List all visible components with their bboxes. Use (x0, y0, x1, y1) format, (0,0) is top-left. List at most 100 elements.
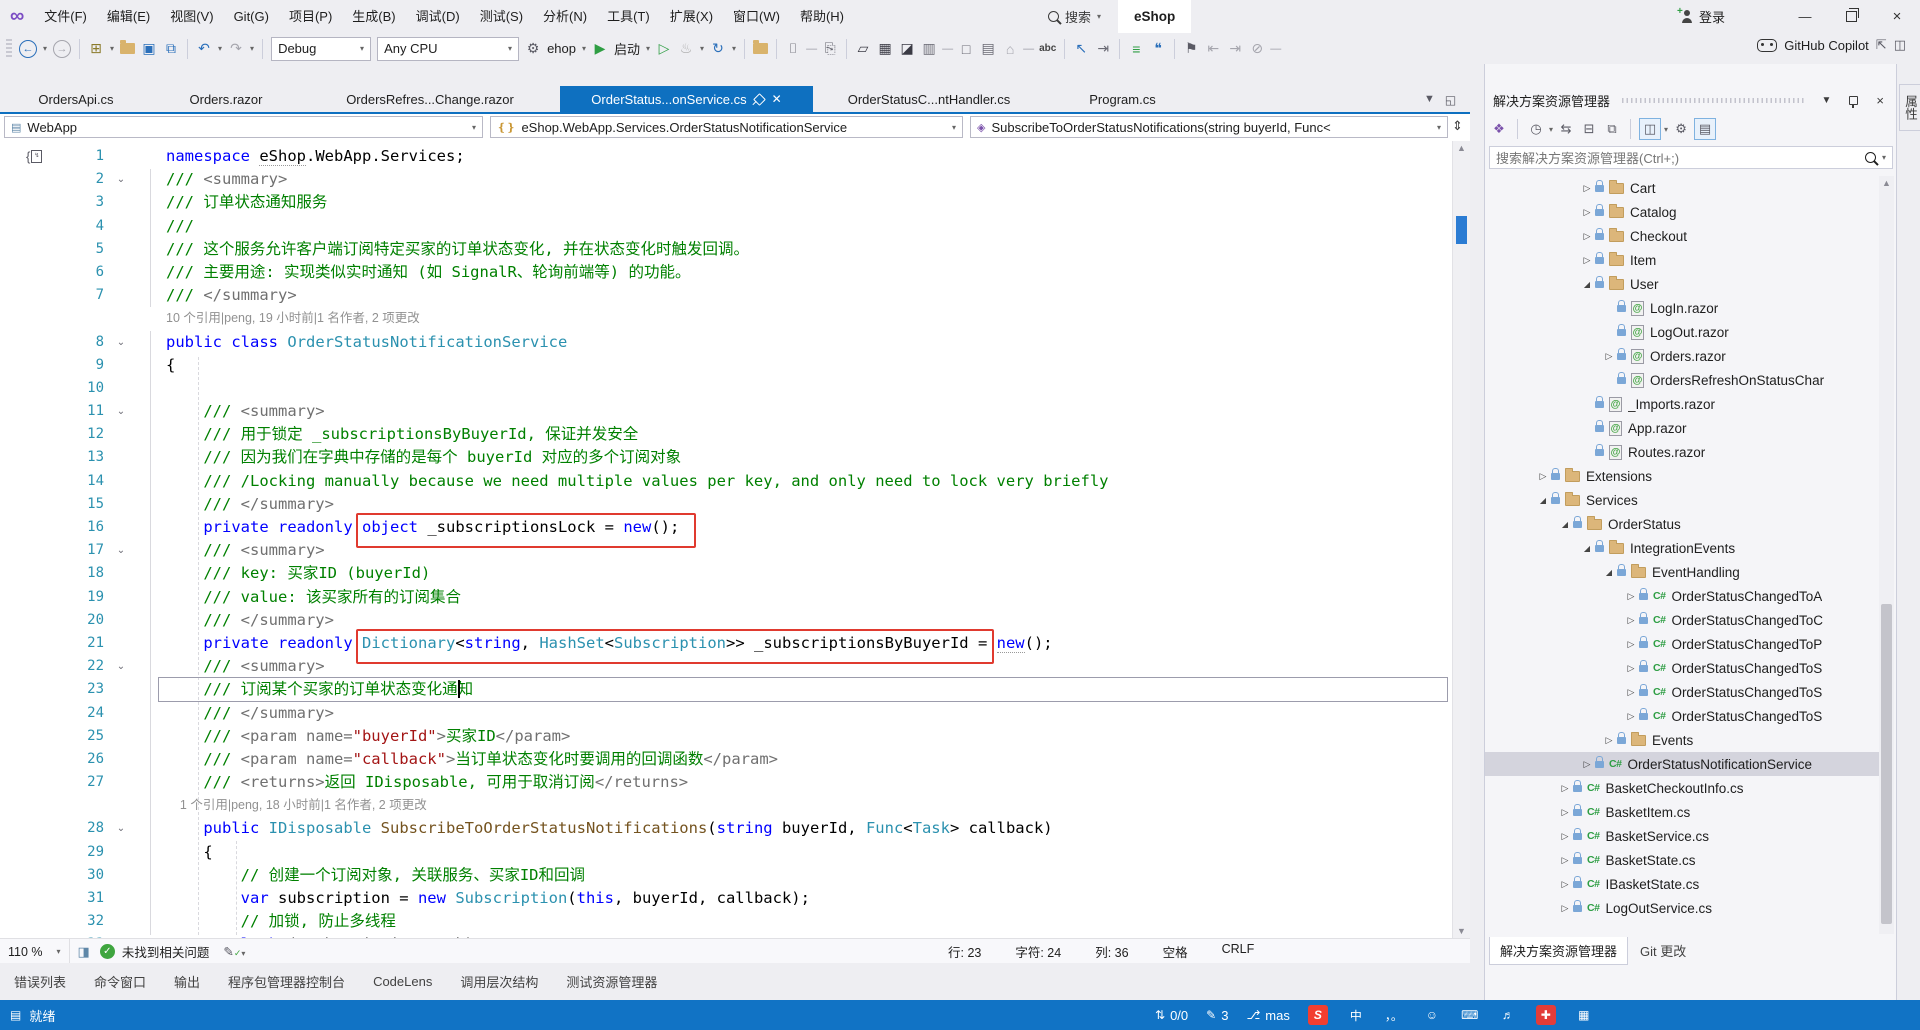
tree-item[interactable]: ▷ C# BasketService.cs (1485, 824, 1879, 848)
document-list-icon[interactable]: ▤ (978, 37, 998, 61)
panel-tab[interactable]: 解决方案资源管理器 (1489, 937, 1629, 965)
document-health-icon[interactable]: ◨ (78, 944, 90, 960)
tool-window-tab[interactable]: 命令窗口 (94, 972, 146, 991)
window-list-icon[interactable]: ▥ (919, 37, 939, 61)
tree-item[interactable]: @ LogOut.razor (1485, 320, 1879, 344)
properties-tab[interactable]: 属性 (1899, 84, 1920, 131)
chevron-down-icon[interactable]: ▾ (218, 44, 222, 53)
tree-item[interactable]: ▷ C# OrderStatusChangedToA (1485, 584, 1879, 608)
properties-wrench-icon[interactable]: ⚙ (1671, 119, 1691, 139)
ime-skin-icon[interactable]: ▦ (1574, 1005, 1594, 1025)
expander-icon[interactable]: ▷ (1579, 231, 1595, 242)
document-tab[interactable]: OrderStatus...onService.cs ✕ (560, 86, 813, 112)
start-button-label[interactable]: 启动 (614, 39, 640, 58)
tree-item[interactable]: @ App.razor (1485, 416, 1879, 440)
add-new-item-icon[interactable] (753, 40, 769, 54)
chevron-down-icon[interactable]: ▾ (1664, 125, 1668, 134)
type-dropdown[interactable]: ❴❵ eShop.WebApp.Services.OrderStatusNoti… (490, 116, 963, 138)
menu-item[interactable]: 视图(V) (160, 0, 223, 33)
float-window-icon[interactable]: ◱ (1445, 93, 1456, 107)
pending-changes-filter-icon[interactable]: ◷ (1526, 119, 1546, 139)
clipboard-icon[interactable]: ⎘ (820, 37, 840, 61)
tree-item[interactable]: ▷ @ Orders.razor (1485, 344, 1879, 368)
fold-marker[interactable]: ⌄ (112, 655, 130, 678)
expander-icon[interactable]: ▷ (1623, 639, 1639, 650)
expander-icon[interactable]: ◢ (1601, 568, 1617, 577)
expander-icon[interactable]: ▷ (1557, 879, 1573, 890)
window-position-icon[interactable]: ▼ (1818, 95, 1836, 106)
project-dropdown[interactable]: ▤ WebApp ▾ (4, 116, 483, 138)
menu-item[interactable]: 分析(N) (533, 0, 597, 33)
expander-icon[interactable]: ▷ (1623, 711, 1639, 722)
prev-bookmark-icon[interactable]: ⇤ (1203, 37, 1223, 61)
indent-icon[interactable]: ≡ (1126, 37, 1146, 61)
startup-project-label[interactable]: ehop (547, 41, 576, 56)
tree-item[interactable]: ▷ C# OrderStatusChangedToP (1485, 632, 1879, 656)
tool-window-tab[interactable]: 测试资源管理器 (566, 972, 657, 991)
terminal-window-icon[interactable]: ⌷ (783, 37, 803, 61)
tool-window-tab[interactable]: 程序包管理器控制台 (228, 972, 345, 991)
background-tasks-icon[interactable]: ▤ (10, 1008, 21, 1022)
tree-item[interactable]: @ LogIn.razor (1485, 296, 1879, 320)
navigate-to-icon[interactable]: ⇥ (1093, 37, 1113, 61)
expander-icon[interactable]: ▷ (1535, 471, 1551, 482)
tool-window-tab[interactable]: 输出 (174, 972, 200, 991)
sync-count-group[interactable]: ⇅ 0/0 (1155, 1008, 1188, 1023)
frame-icon[interactable]: □ (956, 37, 976, 61)
expander-icon[interactable]: ▷ (1623, 615, 1639, 626)
menu-item[interactable]: 窗口(W) (723, 0, 790, 33)
menu-item[interactable]: 帮助(H) (790, 0, 854, 33)
tree-item[interactable]: ▷ Catalog (1485, 200, 1879, 224)
split-editor-icon[interactable]: ⇕ (1452, 118, 1463, 134)
codelens-info[interactable]: 10 个引用|peng, 19 小时前|1 名作者, 2 项更改 (130, 307, 420, 330)
tree-item[interactable]: ▷ C# OrderStatusNotificationService (1485, 752, 1879, 776)
document-tab[interactable]: OrdersRefres...Change.razor (300, 86, 560, 112)
navigate-forward-icon[interactable]: → (53, 39, 72, 58)
minimize-button[interactable]: — (1782, 0, 1828, 33)
menu-item[interactable]: 编辑(E) (97, 0, 160, 33)
hot-reload-icon[interactable]: ♨ (676, 37, 696, 61)
branch-name-group[interactable]: ⎇ mas (1246, 1008, 1289, 1023)
menu-item[interactable]: 生成(B) (342, 0, 405, 33)
debug-target-gear-icon[interactable]: ⚙ (523, 37, 543, 61)
tool-window-tab[interactable]: 调用层次结构 (460, 972, 538, 991)
scroll-down-icon[interactable]: ▼ (1457, 926, 1466, 936)
expander-icon[interactable]: ◢ (1579, 280, 1595, 289)
codelens-info[interactable]: 1 个引用|peng, 18 小时前|1 名作者, 2 项更改 (130, 794, 427, 817)
tool-window-tab[interactable]: 错误列表 (14, 972, 66, 991)
next-bookmark-icon[interactable]: ⇥ (1225, 37, 1245, 61)
menu-item[interactable]: 扩展(X) (660, 0, 723, 33)
tool-window-tab[interactable]: CodeLens (373, 974, 432, 989)
ime-emoji-icon[interactable]: ☺ (1422, 1005, 1442, 1025)
member-dropdown[interactable]: ◈ SubscribeToOrderStatusNotifications(st… (970, 116, 1448, 138)
tree-item[interactable]: ▷ Item (1485, 248, 1879, 272)
scroll-up-icon[interactable]: ▲ (1457, 143, 1466, 153)
expander-icon[interactable]: ▷ (1623, 663, 1639, 674)
tree-item[interactable]: ▷ C# BasketItem.cs (1485, 800, 1879, 824)
comment-icon[interactable]: ❝ (1148, 37, 1168, 61)
solution-configurations-select[interactable]: Debug ▾ (271, 36, 372, 61)
chevron-down-icon[interactable]: ▾ (700, 44, 704, 53)
menu-item[interactable]: 文件(F) (34, 0, 97, 33)
package-icon[interactable]: ▦ (875, 37, 895, 61)
document-tab[interactable]: Orders.razor (152, 86, 300, 112)
code-editor[interactable]: {↯ 1 namespace eShop.WebApp.Services; 2 ⌄//… (0, 141, 1470, 938)
sync-with-active-document-icon[interactable]: ⇆ (1556, 119, 1576, 139)
expander-icon[interactable]: ▷ (1557, 783, 1573, 794)
new-project-icon[interactable]: ⊞ (86, 37, 106, 61)
expander-icon[interactable]: ▷ (1579, 207, 1595, 218)
copilot-chat-icon[interactable]: ◫ (1894, 37, 1906, 53)
ime-chinese-mode-icon[interactable]: 中 (1346, 1005, 1366, 1025)
scrollbar-thumb[interactable] (1881, 604, 1892, 924)
fold-marker[interactable]: ⌄ (112, 331, 130, 354)
menu-item[interactable]: 调试(D) (406, 0, 470, 33)
console-icon[interactable]: ◪ (897, 37, 917, 61)
tree-item[interactable]: ▷ C# LogOutService.cs (1485, 896, 1879, 920)
restore-button[interactable] (1828, 0, 1874, 33)
close-icon[interactable]: × (1872, 93, 1888, 108)
expander-icon[interactable]: ▷ (1601, 735, 1617, 746)
search-box[interactable]: 搜索 ▾ (1040, 4, 1109, 29)
clear-bookmarks-icon[interactable]: ⊘ (1247, 37, 1267, 61)
redo-icon[interactable]: ↷ (226, 37, 246, 61)
tree-vertical-scrollbar[interactable]: ▲ (1879, 176, 1894, 934)
